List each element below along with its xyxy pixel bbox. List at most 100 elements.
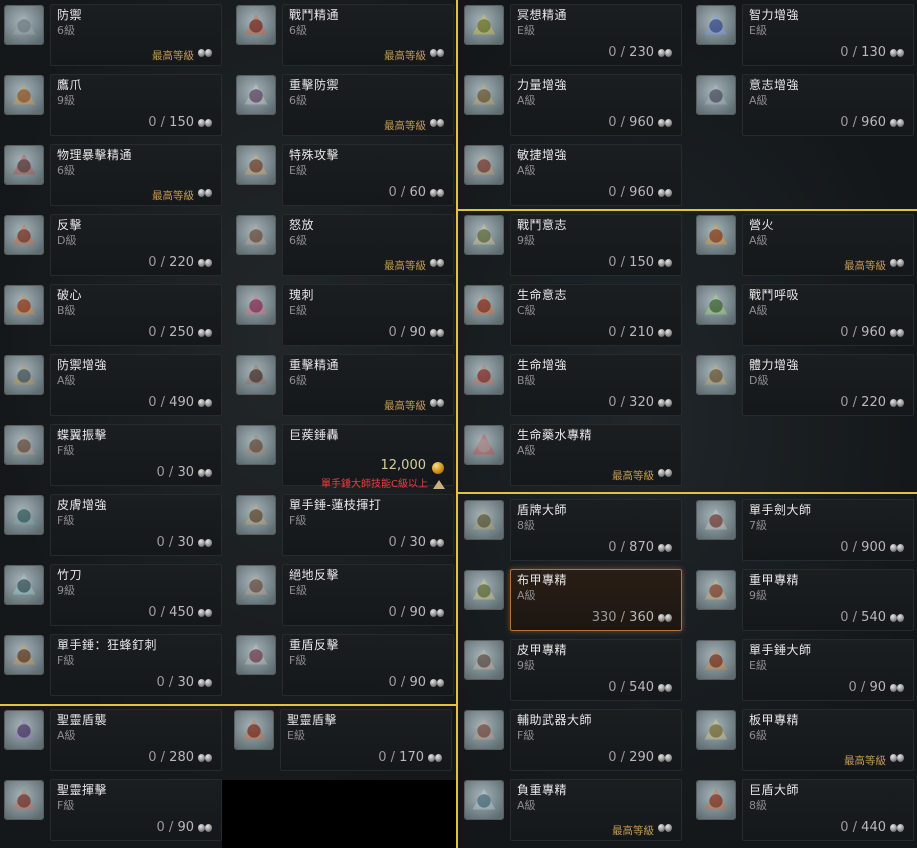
holy-shield-bash-icon[interactable] [4,710,44,750]
skill-slot[interactable]: 智力增強 E級 0 / 130 [692,0,914,67]
skill-slot[interactable]: 意志增強 A級 0 / 960 [692,70,914,137]
crit-icon[interactable] [4,145,44,185]
holy-swing-icon[interactable] [4,780,44,820]
skill-slot[interactable]: 特殊攻擊 E級 0 / 60 [232,140,454,207]
skill-slot[interactable]: 重盾反擊 F級 0 / 90 [232,630,454,697]
skill-slot[interactable]: 竹刀 9級 0 / 450 [0,560,222,627]
skill-points-separator: / [156,605,170,620]
skin-icon[interactable] [4,495,44,535]
skill-slot[interactable]: 重甲專精 9級 0 / 540 [692,565,914,632]
counter-icon[interactable] [4,215,44,255]
skill-slot[interactable]: 聖靈盾擊 E級 0 / 170 [230,705,452,772]
stamina-icon[interactable] [696,355,736,395]
skill-slot[interactable]: 皮甲專精 9級 0 / 540 [460,635,682,702]
heart-break-icon[interactable] [4,285,44,325]
butterfly-strike-icon[interactable] [4,425,44,465]
last-stand-icon[interactable] [236,565,276,605]
skill-points-separator: / [616,185,630,200]
heavy-guard-icon[interactable] [236,75,276,115]
bloom-icon[interactable] [236,215,276,255]
skill-slot[interactable]: 生命藥水專精 A級 最高等級 [460,420,682,487]
mace-icon[interactable] [236,425,276,465]
skill-points-current: 0 [388,605,397,620]
agility-icon[interactable] [464,145,504,185]
claw-icon[interactable] [4,75,44,115]
skill-slot[interactable]: 生命增強 B級 0 / 320 [460,350,682,417]
skill-slot[interactable]: 聖靈盾襲 A級 0 / 280 [0,705,222,772]
skill-points-separator: / [164,675,178,690]
sword-master-icon[interactable] [696,500,736,540]
rose-thorn-icon[interactable] [236,285,276,325]
skill-slot[interactable]: 防禦增強 A級 0 / 490 [0,350,222,417]
intellect-icon[interactable] [696,5,736,45]
lotus-swing-icon[interactable] [236,495,276,535]
holy-shield-strike-icon[interactable] [234,710,274,750]
battle-will-icon[interactable] [464,215,504,255]
skill-slot[interactable]: 單手錘：狂蜂釘刺 F級 0 / 30 [0,630,222,697]
shield-counter-icon[interactable] [236,635,276,675]
skill-slot[interactable]: 生命意志 C級 0 / 210 [460,280,682,347]
skill-slot[interactable]: 負重專精 A級 最高等級 [460,775,682,842]
will-icon[interactable] [696,75,736,115]
battle-mastery-icon[interactable] [236,5,276,45]
battle-breath-icon[interactable] [696,285,736,325]
skill-slot[interactable]: 巨盾大師 8級 0 / 440 [692,775,914,842]
skill-slot[interactable]: 戰鬥精通 6級 最高等級 [232,0,454,67]
skill-slot[interactable]: 盾牌大師 8級 0 / 870 [460,495,682,562]
skill-point-icon [428,752,444,764]
potion-icon[interactable] [464,425,504,465]
skill-slot[interactable]: 怒放 6級 最高等級 [232,210,454,277]
skill-slot[interactable]: 反擊 D級 0 / 220 [0,210,222,277]
skill-slot[interactable]: 絕地反擊 E級 0 / 90 [232,560,454,627]
skill-slot[interactable]: 輔助武器大師 F級 0 / 290 [460,705,682,772]
skill-slot[interactable]: 營火 A級 最高等級 [692,210,914,277]
cloth-armor-icon[interactable] [464,570,504,610]
weight-icon[interactable] [464,780,504,820]
skill-slot[interactable]: 體力增強 D級 0 / 220 [692,350,914,417]
skill-points-max: 960 [861,325,886,340]
shield-icon[interactable] [4,5,44,45]
skill-slot[interactable]: 重擊精通 6級 最高等級 [232,350,454,417]
heavy-armor-icon[interactable] [696,570,736,610]
skill-points: 0 / 290 [608,750,654,765]
skill-points: 0 / 450 [148,605,194,620]
skill-slot[interactable]: 瑰刺 E級 0 / 90 [232,280,454,347]
skill-slot[interactable]: 力量增強 A級 0 / 960 [460,70,682,137]
hornet-sting-icon[interactable] [4,635,44,675]
skill-slot[interactable]: 布甲專精 A級 330 / 360 [460,565,682,632]
skill-slot[interactable]: 破心 B級 0 / 250 [0,280,222,347]
skill-slot[interactable]: 單手錘-蓮枝揮打 F級 0 / 30 [232,490,454,557]
skill-slot[interactable]: 重擊防禦 6級 最高等級 [232,70,454,137]
shield-plus-icon[interactable] [4,355,44,395]
heavy-mastery-icon[interactable] [236,355,276,395]
sub-weapon-icon[interactable] [464,710,504,750]
bamboo-sword-icon[interactable] [4,565,44,605]
tower-shield-icon[interactable] [696,780,736,820]
skill-points-current: 0 [156,535,165,550]
skill-slot[interactable]: 敏捷增強 A級 0 / 960 [460,140,682,207]
skill-slot[interactable]: 戰鬥呼吸 A級 0 / 960 [692,280,914,347]
skill-slot[interactable]: 戰鬥意志 9級 0 / 150 [460,210,682,277]
skill-slot[interactable]: 單手錘大師 E級 0 / 90 [692,635,914,702]
skill-slot[interactable]: 皮膚增強 F級 0 / 30 [0,490,222,557]
shield-master-icon[interactable] [464,500,504,540]
skill-slot[interactable]: 單手劍大師 7級 0 / 900 [692,495,914,562]
mace-master-icon[interactable] [696,640,736,680]
skill-slot[interactable]: 板甲專精 6級 最高等級 [692,705,914,772]
meditation-icon[interactable] [464,5,504,45]
skill-slot[interactable]: 冥想精通 E級 0 / 230 [460,0,682,67]
plate-armor-icon[interactable] [696,710,736,750]
skill-slot[interactable]: 物理暴擊精通 6級 最高等級 [0,140,222,207]
skill-slot[interactable]: 巨蒺錘轟 12,000 單手錘大師技能C級以上 [232,420,454,490]
strength-icon[interactable] [464,75,504,115]
life-will-icon[interactable] [464,285,504,325]
campfire-icon[interactable] [696,215,736,255]
skill-slot[interactable]: 鷹爪 9級 0 / 150 [0,70,222,137]
skill-slot[interactable]: 聖靈揮擊 F級 0 / 90 [0,775,222,842]
skill-grade: 7級 [749,519,767,532]
skill-slot[interactable]: 蝶翼振擊 F級 0 / 30 [0,420,222,487]
leather-armor-icon[interactable] [464,640,504,680]
vitality-icon[interactable] [464,355,504,395]
special-attack-icon[interactable] [236,145,276,185]
skill-slot[interactable]: 防禦 6級 最高等級 [0,0,222,67]
